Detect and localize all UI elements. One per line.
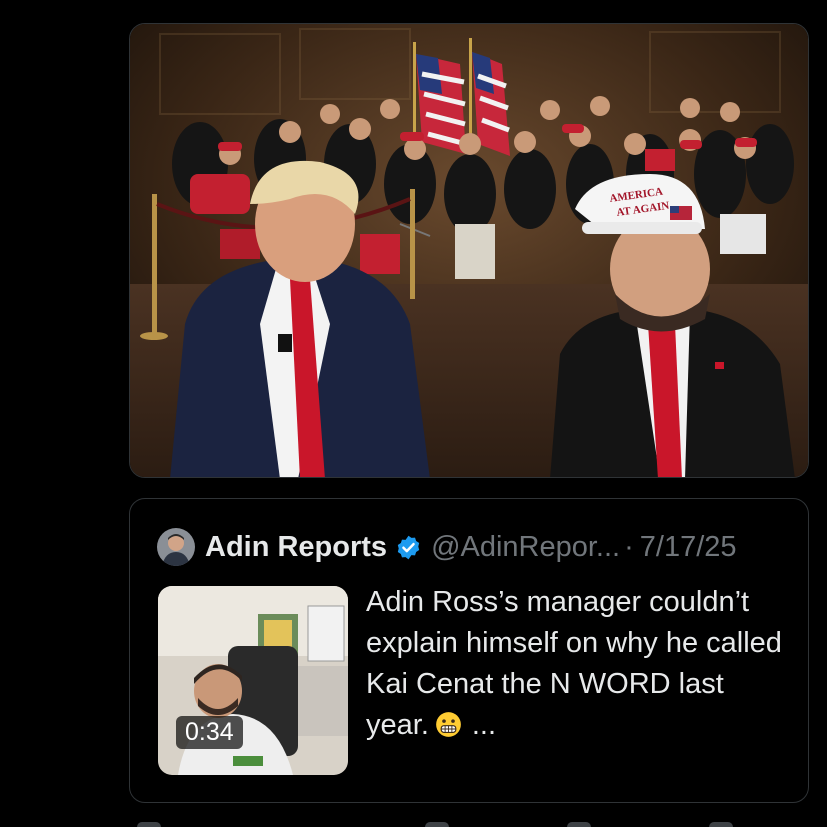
like-icon[interactable] xyxy=(567,822,591,827)
author-avatar[interactable] xyxy=(157,528,195,566)
retweet-icon[interactable] xyxy=(425,822,449,827)
grimacing-face-icon xyxy=(436,712,461,737)
video-duration-badge: 0:34 xyxy=(176,716,243,749)
tweet-date[interactable]: 7/17/25 xyxy=(640,531,737,564)
author-name[interactable]: Adin Reports xyxy=(205,531,387,564)
video-thumbnail[interactable]: 0:34 xyxy=(158,586,348,775)
author-handle[interactable]: @AdinRepor... xyxy=(431,531,620,564)
header-separator: · xyxy=(624,530,634,563)
quoted-tweet-header: Adin Reports @AdinRepor... · 7/17/25 xyxy=(157,526,737,568)
quoted-tweet-card[interactable]: Adin Reports @AdinRepor... · 7/17/25 0:3… xyxy=(129,498,809,803)
avatar-image xyxy=(157,528,195,566)
photo-interview-scene: AMERICA AT AGAIN xyxy=(130,24,808,477)
tweet-action-bar xyxy=(129,818,809,827)
verified-badge-icon xyxy=(397,535,420,559)
quoted-tweet-body: Adin Ross’s manager couldn’t explain him… xyxy=(366,586,782,741)
reply-icon[interactable] xyxy=(137,822,161,827)
show-more-ellipsis[interactable]: ... xyxy=(472,709,496,741)
quoted-tweet-text[interactable]: Adin Ross’s manager couldn’t explain him… xyxy=(366,582,786,746)
tweet-detail-view: AMERICA AT AGAIN Adin Reports @AdinRepor… xyxy=(0,0,827,827)
share-icon[interactable] xyxy=(709,822,733,827)
tweet-media-image[interactable]: AMERICA AT AGAIN xyxy=(129,23,809,478)
